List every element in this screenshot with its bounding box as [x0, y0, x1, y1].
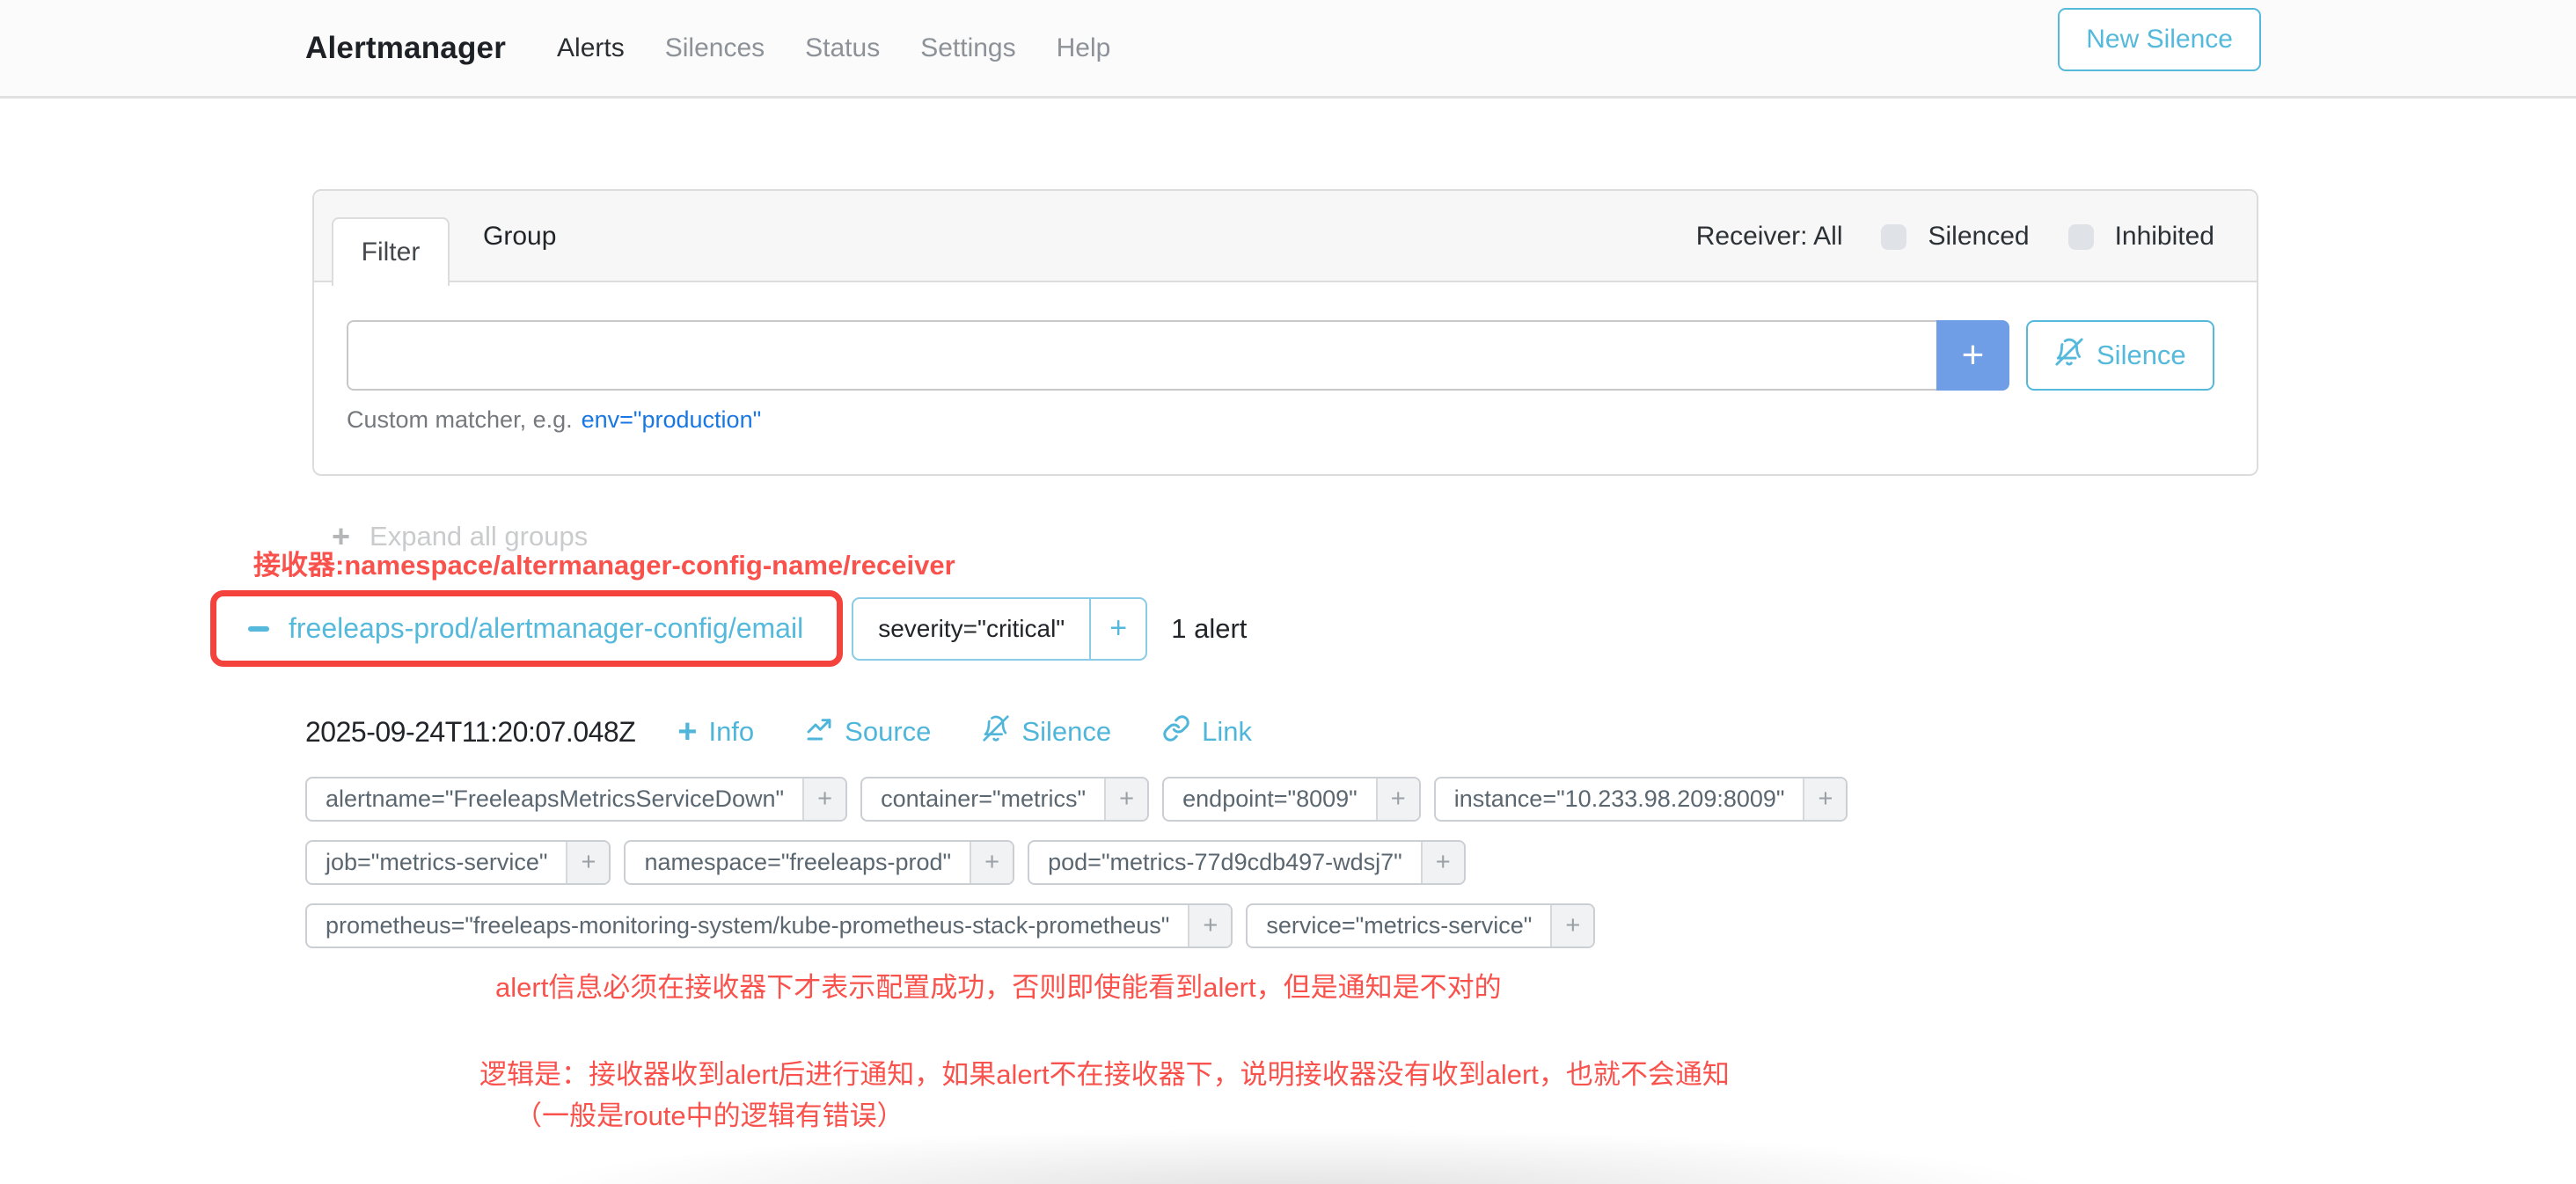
- annotation-receiver-note: 接收器:namespace/altermanager-config-name/r…: [253, 543, 955, 582]
- silenced-checkbox-wrap[interactable]: Silenced: [1881, 222, 2029, 252]
- label-text: namespace="freeleaps-prod": [626, 842, 970, 883]
- minus-icon: [248, 626, 269, 632]
- label-add-filter-button[interactable]: +: [1421, 842, 1464, 883]
- annotation-logic-note: 逻辑是：接收器收到alert后进行通知，如果alert不在接收器下，说明接收器没…: [479, 1052, 1730, 1092]
- inhibited-checkbox-wrap[interactable]: Inhibited: [2068, 222, 2214, 252]
- label-tag: prometheus="freeleaps-monitoring-system/…: [305, 903, 1233, 948]
- nav-item-help[interactable]: Help: [1057, 33, 1111, 63]
- silence-filter-label: Silence: [2097, 340, 2186, 371]
- label-add-filter-button[interactable]: +: [566, 842, 609, 883]
- alert-count: 1 alert: [1171, 613, 1247, 645]
- silenced-label: Silenced: [1928, 222, 2029, 252]
- filter-panel-header: Filter Group Receiver: All Silenced Inhi…: [314, 191, 2257, 282]
- alert-silence-link[interactable]: Silence: [982, 714, 1111, 749]
- navbar: Alertmanager Alerts Silences Status Sett…: [0, 0, 2576, 99]
- label-tag: service="metrics-service"+: [1246, 903, 1595, 948]
- nav-links: Alerts Silences Status Settings Help: [557, 33, 1110, 63]
- group-matcher-chip: severity="critical" +: [852, 597, 1147, 661]
- nav-item-silences[interactable]: Silences: [665, 33, 765, 63]
- alert-source-link[interactable]: Source: [805, 714, 931, 749]
- label-add-filter-button[interactable]: +: [1376, 778, 1419, 820]
- bell-slash-icon: [2054, 337, 2084, 374]
- annotation-red-box: freeleaps-prod/alertmanager-config/email: [210, 590, 843, 667]
- tab-group[interactable]: Group: [483, 191, 556, 282]
- label-add-filter-button[interactable]: +: [802, 778, 845, 820]
- nav-item-status[interactable]: Status: [805, 33, 880, 63]
- matcher-input[interactable]: [347, 320, 1936, 391]
- group-receiver-label: freeleaps-prod/alertmanager-config/email: [289, 612, 803, 645]
- nav-item-alerts[interactable]: Alerts: [557, 33, 625, 63]
- filter-panel-body: + Silence Custom matcher, e.g. env="produ…: [314, 282, 2257, 434]
- label-add-filter-button[interactable]: +: [1803, 778, 1846, 820]
- silence-label: Silence: [1021, 716, 1111, 748]
- label-add-filter-button[interactable]: +: [1550, 905, 1593, 946]
- chart-icon: [805, 714, 833, 749]
- alert-info-link[interactable]: + Info: [677, 715, 754, 749]
- tab-filter[interactable]: Filter: [332, 217, 450, 286]
- label-tag: pod="metrics-77d9cdb497-wdsj7"+: [1028, 840, 1466, 885]
- bottom-shadow: [545, 1129, 2041, 1184]
- label-add-filter-button[interactable]: +: [970, 842, 1013, 883]
- alert-detail-row: 2025-09-24T11:20:07.048Z + Info Source S…: [305, 714, 1977, 749]
- label-text: instance="10.233.98.209:8009": [1436, 778, 1804, 820]
- matcher-input-group: +: [347, 320, 2009, 391]
- label-tag: alertname="FreeleapsMetricsServiceDown"+: [305, 777, 847, 822]
- label-text: pod="metrics-77d9cdb497-wdsj7": [1029, 842, 1421, 883]
- group-matcher-add-button[interactable]: +: [1089, 599, 1145, 659]
- matcher-hint: Custom matcher, e.g. env="production": [347, 406, 2224, 434]
- alert-group-row: freeleaps-prod/alertmanager-config/email…: [210, 590, 1247, 667]
- label-add-filter-button[interactable]: +: [1104, 778, 1147, 820]
- link-label: Link: [1202, 716, 1252, 748]
- annotation-route-note: （一般是route中的逻辑有错误）: [515, 1093, 904, 1133]
- filter-panel: Filter Group Receiver: All Silenced Inhi…: [312, 189, 2258, 476]
- alert-labels: alertname="FreeleapsMetricsServiceDown"+…: [305, 777, 1959, 948]
- nav-item-settings[interactable]: Settings: [920, 33, 1015, 63]
- label-tag: instance="10.233.98.209:8009"+: [1434, 777, 1848, 822]
- silenced-checkbox[interactable]: [1881, 224, 1906, 250]
- filter-options: Receiver: All Silenced Inhibited: [1696, 191, 2214, 282]
- label-tag: namespace="freeleaps-prod"+: [624, 840, 1014, 885]
- bell-slash-icon: [982, 714, 1010, 749]
- label-tag: container="metrics"+: [860, 777, 1149, 822]
- matcher-example-link[interactable]: env="production": [582, 406, 762, 433]
- label-text: service="metrics-service": [1248, 905, 1550, 946]
- label-tag: job="metrics-service"+: [305, 840, 611, 885]
- inhibited-checkbox[interactable]: [2068, 224, 2094, 250]
- source-label: Source: [845, 716, 931, 748]
- alert-timestamp: 2025-09-24T11:20:07.048Z: [305, 716, 635, 749]
- label-text: alertname="FreeleapsMetricsServiceDown": [307, 778, 802, 820]
- receiver-filter-label[interactable]: Receiver: All: [1696, 222, 1843, 252]
- info-label: Info: [708, 716, 754, 748]
- label-text: container="metrics": [862, 778, 1104, 820]
- silence-filter-button[interactable]: Silence: [2026, 320, 2214, 391]
- matcher-hint-text: Custom matcher, e.g.: [347, 406, 573, 433]
- group-matcher-label: severity="critical": [853, 599, 1089, 659]
- inhibited-label: Inhibited: [2115, 222, 2214, 252]
- group-receiver-toggle[interactable]: freeleaps-prod/alertmanager-config/email: [248, 612, 803, 645]
- new-silence-button[interactable]: New Silence: [2058, 8, 2261, 71]
- app-brand: Alertmanager: [305, 31, 506, 66]
- alert-external-link[interactable]: Link: [1162, 714, 1252, 749]
- alert-item: 2025-09-24T11:20:07.048Z + Info Source S…: [305, 714, 1977, 948]
- label-tag: endpoint="8009"+: [1162, 777, 1421, 822]
- label-text: endpoint="8009": [1164, 778, 1376, 820]
- add-matcher-button[interactable]: +: [1936, 320, 2009, 391]
- label-text: prometheus="freeleaps-monitoring-system/…: [307, 905, 1188, 946]
- link-icon: [1162, 714, 1190, 749]
- label-text: job="metrics-service": [307, 842, 566, 883]
- label-add-filter-button[interactable]: +: [1188, 905, 1231, 946]
- annotation-config-note: alert信息必须在接收器下才表示配置成功，否则即使能看到alert，但是通知是…: [495, 965, 1502, 1005]
- plus-icon: +: [677, 715, 697, 749]
